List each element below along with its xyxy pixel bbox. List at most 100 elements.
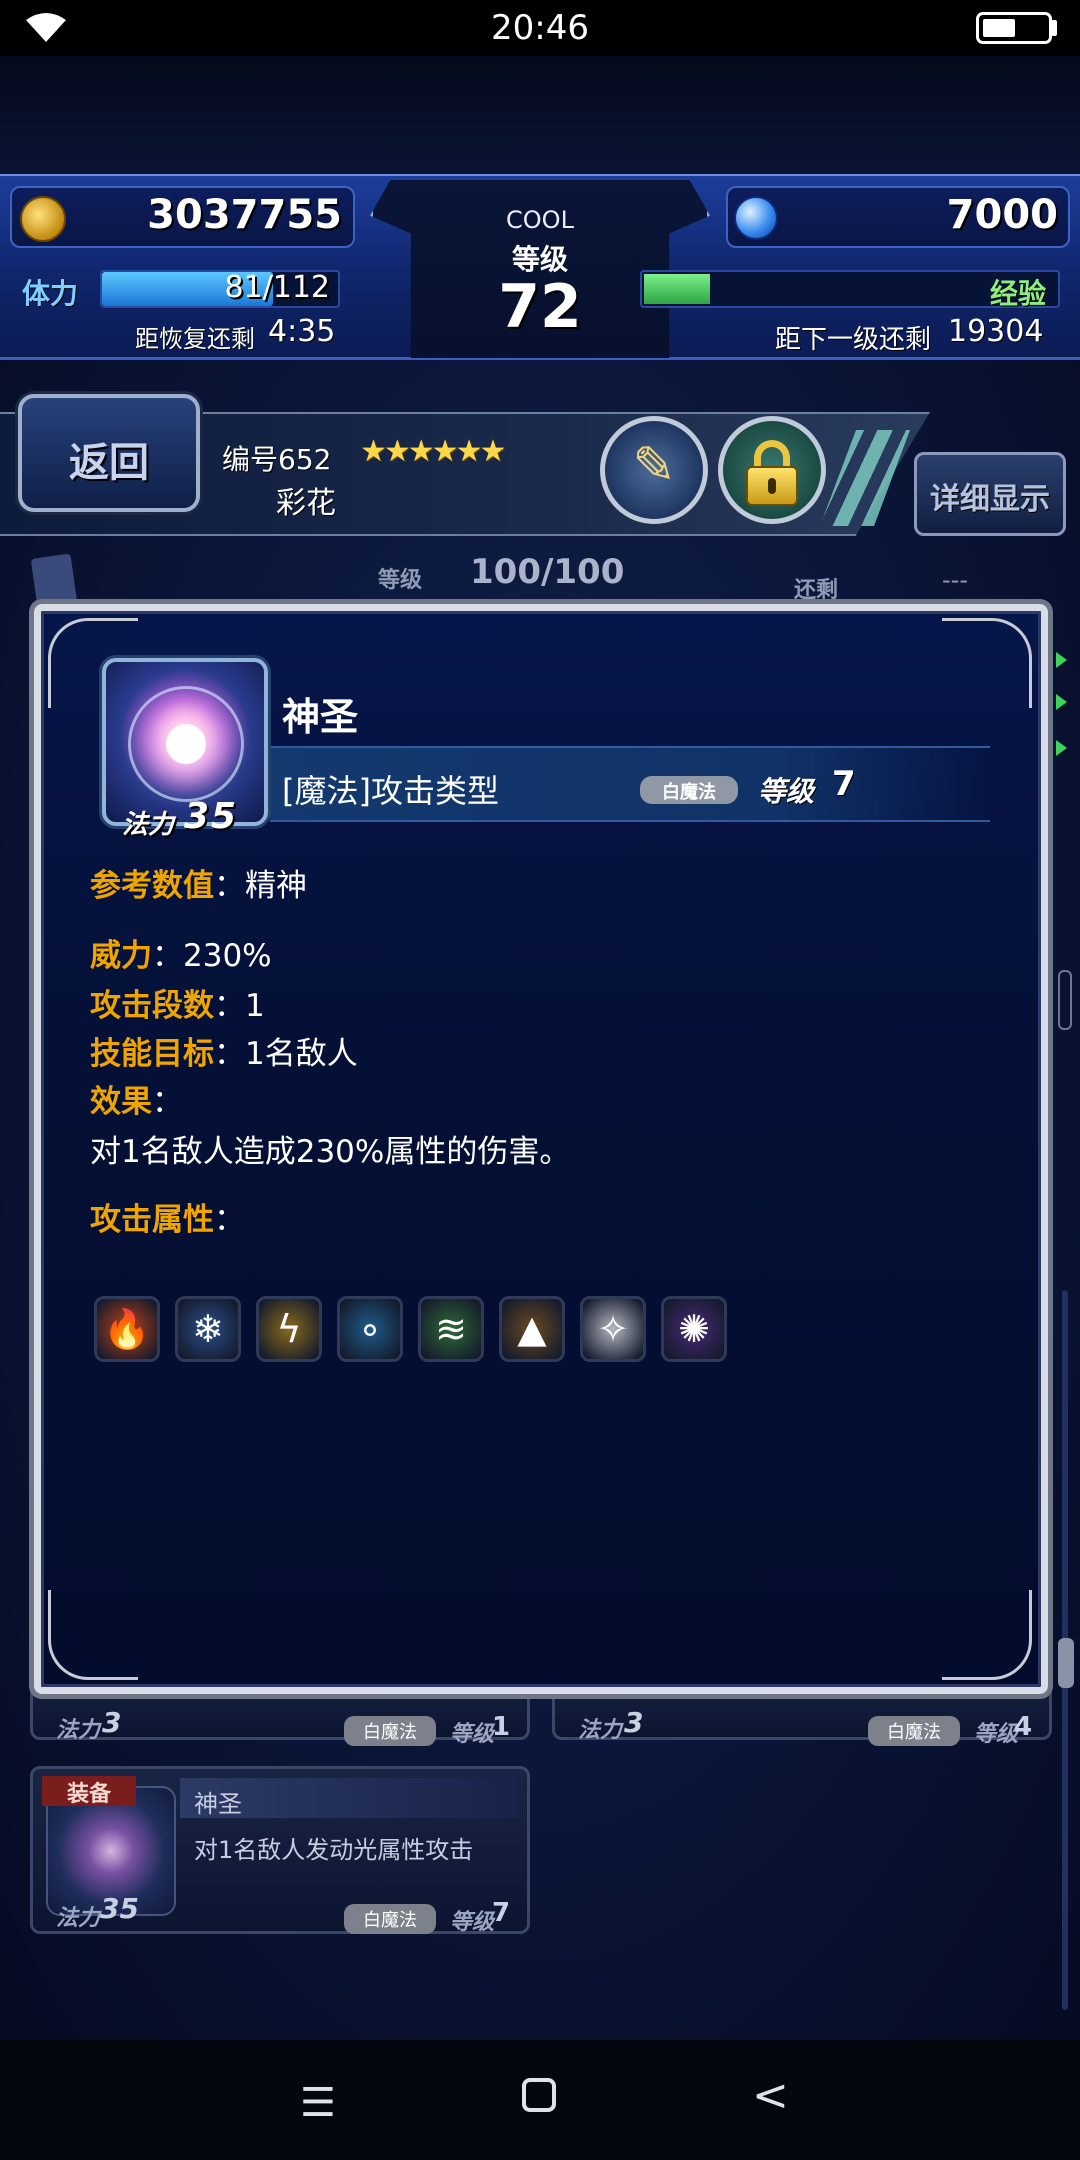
next-level-value: 19304 bbox=[948, 314, 1044, 349]
white-magic-badge: 白魔法 bbox=[640, 776, 738, 804]
status-clock: 20:46 bbox=[491, 8, 589, 48]
skill-level-label: 等级 bbox=[758, 775, 815, 808]
card-mana-value: 3 bbox=[102, 1706, 122, 1739]
scrollbar-thumb[interactable] bbox=[1058, 1638, 1074, 1688]
holy-element-icon: ✧ bbox=[597, 1307, 629, 1351]
card-description: 对1名敌人发动光属性攻击 bbox=[194, 1836, 474, 1864]
reference-stat-value: 精神 bbox=[245, 868, 307, 904]
effect-description: 对1名敌人造成230%属性的伤害。 bbox=[90, 1134, 571, 1170]
card-level-value: 1 bbox=[492, 1712, 511, 1742]
scroll-indicator-icon bbox=[1056, 694, 1067, 710]
fire-element-icon: 🔥 bbox=[103, 1307, 151, 1351]
wind-element-icon: ≋ bbox=[435, 1307, 467, 1351]
card-level-value: 4 bbox=[1014, 1712, 1033, 1742]
home-icon[interactable] bbox=[522, 2078, 556, 2112]
reference-stat-label: 参考数值 bbox=[90, 868, 214, 904]
element-row: 攻击属性： bbox=[90, 1194, 245, 1239]
battery-icon bbox=[976, 12, 1052, 44]
detail-display-label[interactable]: 详细显示 bbox=[914, 474, 1066, 518]
reference-stat-row: 参考数值：精神 bbox=[90, 860, 307, 905]
dialog-corner-ornament bbox=[48, 1590, 138, 1680]
colon: ： bbox=[214, 1202, 245, 1238]
skill-level-value: 7 bbox=[832, 764, 856, 804]
card-level-label: 等级 bbox=[450, 1910, 495, 1935]
white-magic-badge: 白魔法 bbox=[344, 1716, 436, 1746]
lightning-element-icon: ϟ bbox=[256, 1296, 322, 1362]
earth-element-icon: ▲ bbox=[499, 1296, 565, 1362]
power-value: 230% bbox=[183, 938, 272, 974]
colon: ： bbox=[214, 868, 245, 904]
lock-keyhole bbox=[768, 478, 776, 494]
unit-rarity-stars: ★★★★★★ bbox=[360, 434, 506, 469]
exp-fill bbox=[644, 274, 710, 304]
unit-number: 编号652 bbox=[222, 443, 332, 476]
exp-label: 经验 bbox=[990, 277, 1047, 310]
back-icon[interactable]: < bbox=[752, 2070, 789, 2121]
power-row: 威力：230% bbox=[90, 930, 272, 975]
side-tab-handle[interactable] bbox=[1058, 970, 1072, 1030]
effect-row: 效果： bbox=[90, 1076, 183, 1121]
colon: ： bbox=[214, 988, 245, 1024]
gil-coin-icon bbox=[20, 196, 66, 242]
menu-icon[interactable]: ☰ bbox=[300, 2080, 336, 2126]
battery-tip bbox=[1052, 20, 1057, 36]
ice-element-icon: ❄ bbox=[192, 1307, 224, 1351]
battery-level bbox=[983, 19, 1015, 37]
skill-name: 神圣 bbox=[282, 695, 359, 739]
quill-icon: ✎ bbox=[632, 436, 676, 496]
scroll-indicator-icon bbox=[1056, 652, 1067, 668]
back-button-label[interactable]: 返回 bbox=[18, 430, 200, 488]
hits-value: 1 bbox=[245, 988, 265, 1024]
top-background bbox=[0, 56, 1080, 176]
card-mana-label: 法力 bbox=[578, 1718, 623, 1743]
unit-name: 彩花 bbox=[276, 486, 336, 521]
colon: ： bbox=[214, 1036, 245, 1072]
water-element-icon: ∘ bbox=[358, 1307, 382, 1351]
card-title: 神圣 bbox=[194, 1790, 242, 1818]
hits-row: 攻击段数：1 bbox=[90, 980, 265, 1025]
bg-level-value: 100/100 bbox=[470, 552, 625, 592]
equipped-badge: 装备 bbox=[42, 1776, 136, 1807]
hits-label: 攻击段数 bbox=[90, 988, 214, 1024]
dark-element-icon: ✺ bbox=[678, 1307, 710, 1351]
lightning-element-icon: ϟ bbox=[276, 1307, 302, 1351]
card-level-value: 7 bbox=[492, 1898, 511, 1928]
stamina-value: 81/112 bbox=[224, 270, 330, 305]
wind-element-icon: ≋ bbox=[418, 1296, 484, 1362]
card-level-label: 等级 bbox=[974, 1722, 1019, 1747]
gil-amount: 3037755 bbox=[147, 192, 342, 238]
skill-icon-glow bbox=[166, 724, 206, 764]
skill-mana-label: 法力 bbox=[122, 810, 175, 840]
dark-element-icon: ✺ bbox=[661, 1296, 727, 1362]
target-value: 1名敌人 bbox=[245, 1036, 358, 1072]
target-label: 技能目标 bbox=[90, 1036, 214, 1072]
effect-label: 效果 bbox=[90, 1084, 152, 1120]
recover-label: 距恢复还剩 bbox=[135, 325, 255, 353]
fire-element-icon: 🔥 bbox=[94, 1296, 160, 1362]
lapis-gem-icon bbox=[734, 196, 778, 240]
card-level-label: 等级 bbox=[450, 1722, 495, 1747]
card-mana-label: 法力 bbox=[56, 1718, 101, 1743]
skill-type: [魔法]攻击类型 bbox=[282, 772, 499, 810]
element-label: 攻击属性 bbox=[90, 1202, 214, 1238]
earth-element-icon: ▲ bbox=[517, 1307, 547, 1351]
dialog-corner-ornament bbox=[942, 618, 1032, 708]
gem-amount: 7000 bbox=[946, 192, 1058, 238]
bg-remain-label: 还剩 bbox=[794, 578, 839, 603]
background-book-icon bbox=[30, 553, 78, 609]
ice-element-icon: ❄ bbox=[175, 1296, 241, 1362]
colon: ： bbox=[152, 1084, 183, 1120]
card-mana-value: 35 bbox=[100, 1892, 139, 1925]
bg-remain-value: --- bbox=[942, 566, 968, 594]
bg-level-label: 等级 bbox=[378, 568, 423, 593]
skill-mana-value: 35 bbox=[184, 796, 239, 837]
resource-header: 3037755 7000 COOL 等级 72 体力 81/112 距恢复还剩 … bbox=[0, 174, 1080, 360]
white-magic-badge: 白魔法 bbox=[344, 1904, 436, 1934]
holy-element-icon: ✧ bbox=[580, 1296, 646, 1362]
scroll-indicator-icon bbox=[1056, 740, 1067, 756]
recover-time: 4:35 bbox=[268, 314, 336, 349]
card-mana-label: 法力 bbox=[56, 1906, 101, 1931]
white-magic-badge: 白魔法 bbox=[868, 1716, 960, 1746]
target-row: 技能目标：1名敌人 bbox=[90, 1028, 358, 1073]
rank-title: COOL bbox=[506, 206, 574, 234]
